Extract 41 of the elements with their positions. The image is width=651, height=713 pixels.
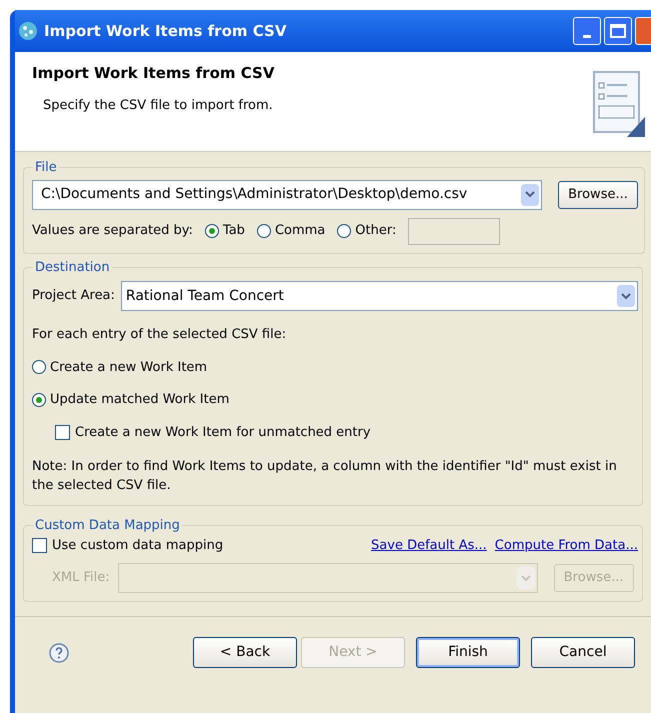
radio-button[interactable]	[256, 224, 271, 238]
group-legend: Custom Data Mapping	[33, 516, 182, 536]
dropdown-button[interactable]	[617, 285, 635, 307]
project-area-combo[interactable]: Rational Team Concert	[120, 281, 638, 311]
separator-label: Values are separated by:	[32, 222, 193, 240]
radio-button[interactable]	[32, 360, 46, 374]
close-button[interactable]	[635, 17, 651, 45]
checkbox[interactable]	[55, 424, 70, 440]
help-icon[interactable]	[49, 642, 69, 662]
window-title: Import Work Items from CSV	[44, 20, 288, 42]
prompt-text: For each entry of the selected CSV file:	[32, 326, 288, 344]
minimize-button[interactable]	[573, 17, 601, 45]
checkbox-label: Use custom data mapping	[52, 536, 224, 554]
wizard-button[interactable]: Finish	[416, 637, 520, 668]
page-description: Specify the CSV file to import from.	[42, 96, 274, 114]
xml-file-label: XML File:	[52, 569, 110, 588]
other-separator-field[interactable]	[408, 218, 500, 244]
dropdown-button[interactable]	[521, 184, 539, 206]
radio-label: Other:	[355, 222, 396, 240]
radio-button[interactable]	[337, 224, 352, 238]
browse-button[interactable]: Browse...	[558, 180, 638, 208]
chevron-down-icon	[621, 292, 631, 300]
checkbox-label: Create a new Work Item for unmatched entry	[75, 424, 371, 442]
chevron-down-icon	[520, 574, 531, 582]
maximize-button[interactable]	[604, 17, 632, 45]
file-path-combo[interactable]: C:\Documents and Settings\Administrator\Desktop\demo.csv	[32, 180, 542, 210]
group-legend: File	[33, 158, 59, 178]
radio-label: Comma	[274, 222, 326, 240]
radio-button[interactable]	[32, 392, 46, 407]
radio-label: Update matched Work Item	[50, 391, 230, 409]
radio-label: Tab	[222, 222, 245, 240]
radio-label: Create a new Work Item	[50, 358, 208, 376]
group-legend: Destination	[33, 258, 112, 277]
wizard-button[interactable]: Cancel	[531, 637, 635, 668]
globe-icon	[18, 21, 38, 41]
project-area-label: Project Area:	[32, 287, 115, 306]
wizard-button[interactable]: < Back	[193, 637, 297, 668]
radio-button[interactable]	[204, 224, 219, 238]
page-title: Import Work Items from CSV	[32, 63, 276, 84]
note-text: Note: In order to find Work Items to update, a column with the identifier "Id" must exist in the selected CSV file.	[32, 458, 618, 495]
chevron-down-icon	[525, 191, 535, 198]
